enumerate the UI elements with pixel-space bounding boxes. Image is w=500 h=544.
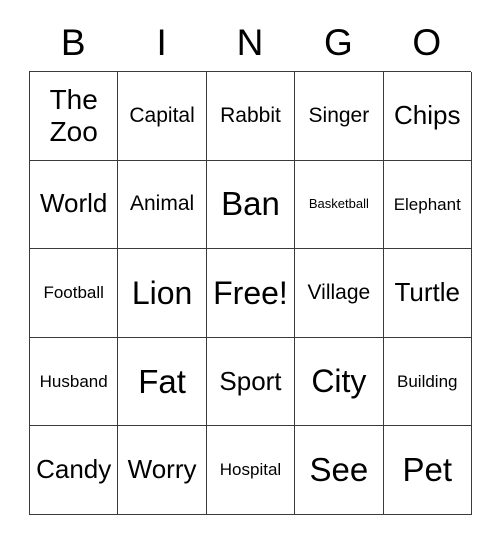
bingo-cell[interactable]: Chips — [383, 72, 472, 161]
bingo-cell-label: Pet — [402, 451, 453, 489]
bingo-cell-label: Building — [397, 371, 458, 391]
bingo-cell[interactable]: Football — [30, 249, 119, 338]
bingo-cell-label: City — [311, 363, 367, 400]
bingo-cell-label: Capital — [129, 103, 195, 127]
bingo-cell[interactable]: City — [295, 337, 384, 427]
bingo-header-letter-o: O — [412, 22, 442, 63]
bingo-cell-label: Candy — [36, 454, 112, 485]
bingo-cell[interactable]: Building — [383, 337, 472, 427]
bingo-cell-label: Village — [307, 280, 371, 304]
bingo-cell-label: Worry — [127, 454, 197, 485]
bingo-cell[interactable]: Husband — [30, 337, 119, 427]
bingo-cell[interactable]: Pet — [383, 426, 472, 515]
bingo-cell-label: Free! — [213, 274, 288, 311]
bingo-cell[interactable]: Animal — [118, 160, 207, 250]
bingo-cell[interactable]: Singer — [295, 72, 384, 161]
bingo-cell[interactable]: Capital — [118, 72, 207, 161]
bingo-cell-label: Basketball — [308, 195, 369, 211]
bingo-cell-label: Ban — [221, 185, 280, 223]
bingo-cell-label: Hospital — [219, 460, 282, 480]
bingo-header-letter-b: B — [60, 22, 86, 63]
bingo-cell-label: Rabbit — [220, 103, 281, 127]
bingo-grid: The Zoo Capital Rabbit Singer Chips World Anim… — [29, 71, 472, 515]
bingo-cell[interactable]: See — [295, 426, 384, 515]
bingo-header-row: B I N G O — [29, 14, 471, 71]
bingo-cell-label: Elephant — [393, 194, 461, 214]
bingo-cell-label: Turtle — [394, 277, 461, 308]
bingo-cell-label: Football — [43, 283, 104, 303]
bingo-cell[interactable]: Lion — [118, 249, 207, 338]
bingo-cell-label: Lion — [131, 274, 193, 311]
bingo-cell[interactable]: Village — [295, 249, 384, 338]
bingo-cell[interactable]: Rabbit — [206, 72, 296, 161]
bingo-header-letter-n: N — [236, 22, 264, 63]
bingo-cell[interactable]: World — [30, 160, 119, 250]
bingo-cell-label: Chips — [394, 99, 461, 130]
bingo-header-letter-g: G — [324, 22, 353, 63]
bingo-cell[interactable]: Turtle — [383, 249, 472, 338]
bingo-cell[interactable]: Fat — [118, 337, 207, 427]
bingo-cell[interactable]: The Zoo — [30, 72, 119, 161]
bingo-cell-label: Sport — [219, 365, 282, 396]
bingo-cell-label: See — [309, 451, 369, 489]
bingo-card: B I N G O The Zoo Capital Rabbit Singer Chip… — [29, 14, 472, 515]
bingo-cell[interactable]: Sport — [206, 337, 296, 427]
bingo-cell[interactable]: Worry — [118, 426, 207, 515]
bingo-cell-label: Animal — [129, 192, 195, 216]
bingo-cell[interactable]: Candy — [30, 426, 119, 515]
bingo-cell[interactable]: Hospital — [206, 426, 296, 515]
bingo-cell[interactable]: Ban — [206, 160, 296, 250]
bingo-cell-label: Husband — [39, 371, 108, 391]
bingo-cell-label: The Zoo — [49, 83, 98, 147]
bingo-cell[interactable]: Free! — [206, 249, 296, 338]
bingo-cell[interactable]: Basketball — [295, 160, 384, 250]
bingo-cell-label: World — [39, 188, 108, 219]
bingo-cell-label: Fat — [138, 362, 186, 400]
bingo-cell[interactable]: Elephant — [383, 160, 472, 250]
bingo-cell-label: Singer — [308, 103, 370, 127]
bingo-header-letter-i: I — [156, 22, 167, 63]
